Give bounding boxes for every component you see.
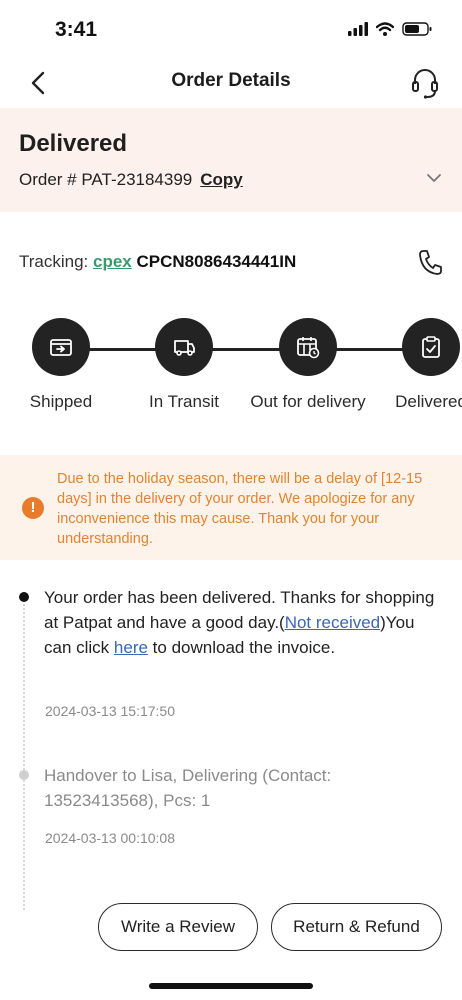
not-received-link[interactable]: Not received — [285, 613, 380, 632]
timeline-line — [23, 600, 25, 910]
home-indicator — [149, 983, 313, 989]
step-in-transit: In Transit — [124, 318, 244, 413]
timeline-timestamp: 2024-03-13 00:10:08 — [45, 830, 175, 846]
step-circle — [32, 318, 90, 376]
nav-bar: Order Details — [0, 58, 462, 108]
signal-icon — [348, 22, 368, 36]
customer-support-button[interactable] — [410, 66, 440, 100]
order-number: Order # PAT-23184399 — [19, 170, 193, 189]
step-shipped: Shipped — [1, 318, 121, 413]
step-circle — [279, 318, 337, 376]
clipboard-check-icon — [422, 336, 440, 358]
package-transfer-icon — [50, 339, 72, 356]
timeline-dot-active — [19, 592, 29, 602]
tracking-row: Tracking: cpex CPCN8086434441IN — [19, 250, 443, 278]
step-circle — [155, 318, 213, 376]
step-label: Delivered — [395, 392, 462, 411]
carrier-link[interactable]: cpex — [93, 252, 132, 271]
shipping-progress: Shipped In Transit Out for delivery Deli… — [0, 318, 462, 438]
wifi-icon — [376, 22, 394, 36]
tracking-label: Tracking: — [19, 252, 89, 271]
timeline-entry-handover: Handover to Lisa, Delivering (Contact: 1… — [44, 766, 332, 810]
timeline-entry-delivered: Your order has been delivered. Thanks fo… — [44, 585, 440, 660]
order-status-title: Delivered — [19, 130, 128, 157]
status-icons — [348, 22, 432, 36]
timeline-timestamp: 2024-03-13 15:17:50 — [45, 703, 175, 719]
headset-icon — [412, 69, 438, 99]
status-time: 3:41 — [55, 18, 98, 41]
timeline-text: to download the invoice. — [147, 638, 336, 657]
phone-icon — [419, 250, 442, 275]
order-status-panel: Delivered Order # PAT-23184399 Copy — [0, 108, 462, 212]
call-carrier-button[interactable] — [417, 248, 443, 276]
notice-text: Due to the holiday season, there will be… — [57, 471, 423, 547]
order-number-row: Order # PAT-23184399 Copy — [19, 170, 243, 190]
tracking-number: CPCN8086434441IN — [136, 252, 297, 271]
step-label: Shipped — [29, 392, 93, 411]
step-label: Out for delivery — [250, 392, 366, 411]
copy-order-number-button[interactable]: Copy — [200, 170, 243, 190]
step-label: In Transit — [149, 392, 219, 411]
tracking-timeline: Your order has been delivered. Thanks fo… — [0, 580, 462, 910]
return-refund-button[interactable]: Return & Refund — [271, 903, 442, 951]
battery-icon — [402, 22, 432, 36]
truck-icon — [174, 340, 195, 356]
calendar-clock-icon — [297, 337, 320, 359]
download-invoice-link[interactable]: here — [114, 638, 148, 657]
status-bar: 3:41 — [0, 0, 462, 58]
write-review-button[interactable]: Write a Review — [98, 903, 258, 951]
step-circle — [402, 318, 460, 376]
step-delivered: Delivered — [371, 318, 462, 413]
exclamation-icon: ! — [22, 497, 44, 519]
delay-notice: ! Due to the holiday season, there will … — [0, 455, 462, 560]
timeline-dot — [19, 770, 29, 780]
expand-order-button[interactable] — [424, 168, 444, 188]
step-out-for-delivery: Out for delivery — [248, 318, 368, 413]
chevron-down-icon — [427, 174, 441, 182]
page-title: Order Details — [171, 70, 291, 91]
